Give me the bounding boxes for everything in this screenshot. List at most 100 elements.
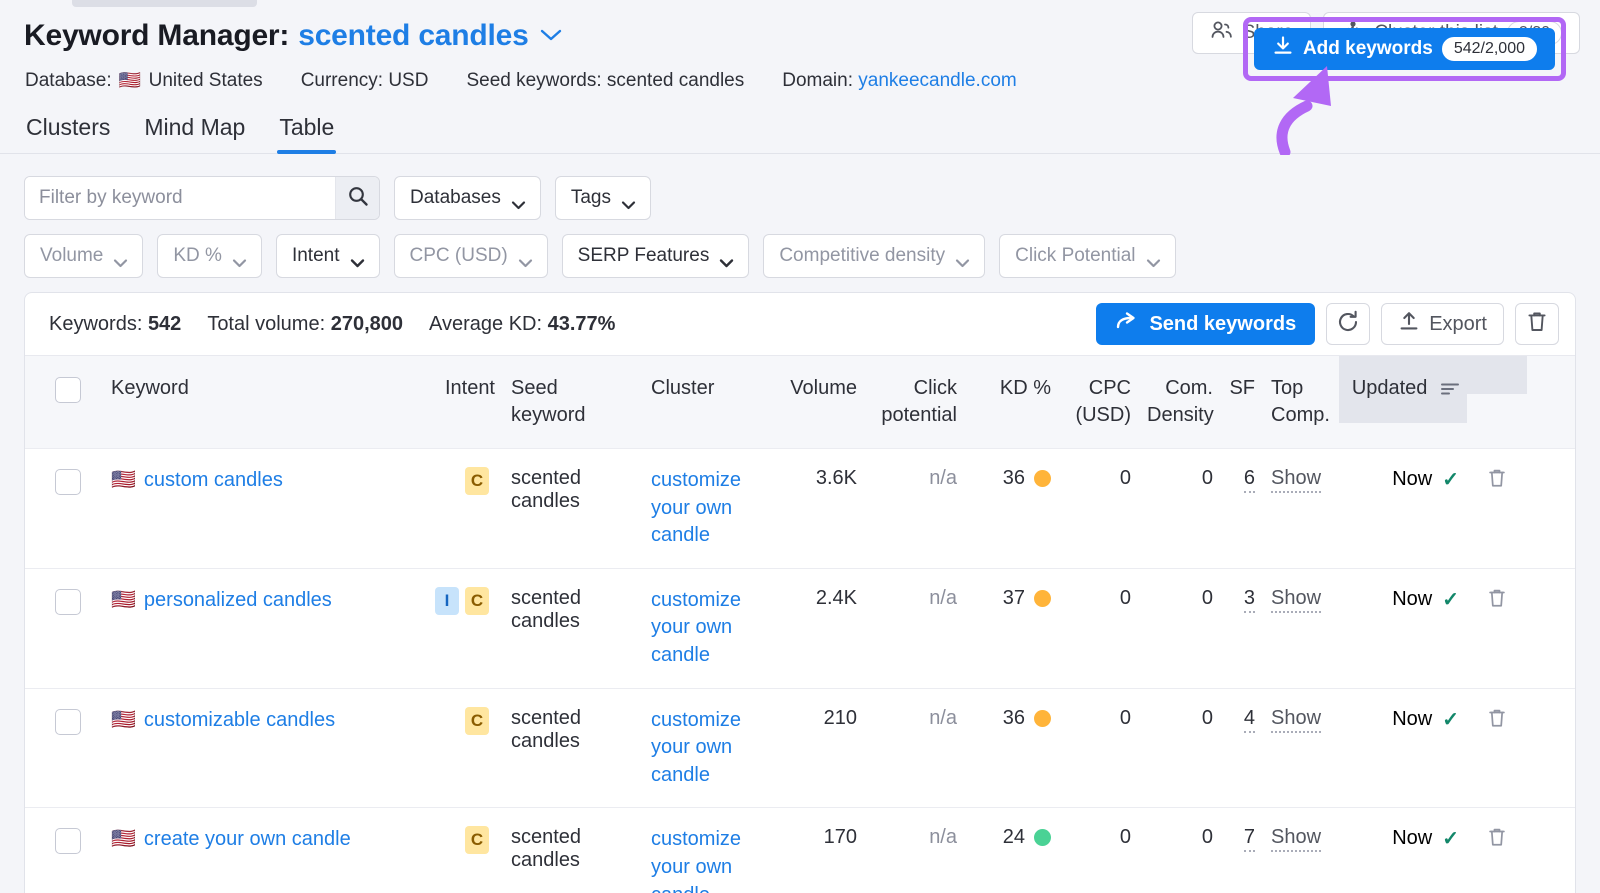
cluster-link[interactable]: customizeyour owncandle [651,589,741,666]
row-checkbox[interactable] [55,588,81,615]
sf-value[interactable]: 6 [1243,467,1255,493]
col-top-comp[interactable]: Top Comp. [1263,356,1339,448]
meta-seed-keywords: Seed keywords: scented candles [466,70,744,92]
sf-value[interactable]: 3 [1243,586,1255,613]
col-click-line1: Click [913,377,957,399]
intent-badge-commercial[interactable]: C [465,467,489,495]
col-cpc-line2: (USD) [1075,404,1131,426]
filter-serp-features[interactable]: SERP Features [561,234,750,278]
top-comp-show-link[interactable]: Show [1271,586,1322,613]
send-keywords-button[interactable]: Send keywords [1096,303,1316,345]
export-label: Export [1429,312,1487,335]
us-flag-icon: 🇺🇸 [111,469,136,491]
cluster-link[interactable]: customizeyour owncandle [651,469,741,546]
tab-clusters[interactable]: Clusters [24,114,112,153]
keyword-link[interactable]: customizable candles [144,709,335,731]
trash-icon [1487,469,1507,493]
col-cluster[interactable]: Cluster [643,356,771,421]
col-updated[interactable]: Updated [1339,356,1467,423]
stat-keywords: Keywords: 542 [49,313,181,336]
keyword-link[interactable]: custom candles [144,469,283,491]
select-all-cell [25,356,103,422]
row-delete-button[interactable] [1467,689,1527,752]
filter-competitive-density-label: Competitive density [779,245,946,266]
people-icon [1210,20,1234,46]
check-icon: ✓ [1442,828,1459,851]
search-input[interactable] [25,177,335,219]
row-checkbox[interactable] [55,469,81,495]
export-button[interactable]: Export [1381,303,1504,345]
filter-tags[interactable]: Tags [554,176,651,220]
col-kd[interactable]: KD % [965,356,1059,421]
sf-value[interactable]: 4 [1243,706,1255,733]
row-sf: 3 [1221,569,1263,628]
row-seed-keyword: scented candles [511,586,582,632]
intent-badge-commercial[interactable]: C [465,826,489,855]
filter-intent[interactable]: Intent [275,234,380,278]
row-com-density: 0 [1201,586,1213,609]
trash-icon [1526,310,1548,338]
row-delete-button[interactable] [1467,808,1527,871]
row-checkbox[interactable] [55,828,81,855]
filter-click-potential[interactable]: Click Potential [999,234,1176,278]
meta-domain-link[interactable]: yankeecandle.com [858,70,1016,91]
chevron-down-icon [719,252,734,267]
keyword-link[interactable]: create your own candle [144,828,351,850]
cluster-link[interactable]: customizeyour owncandle [651,709,741,786]
col-click-potential[interactable]: Click potential [865,356,965,448]
meta-currency-value: USD [388,70,429,91]
row-seed-keyword: scented candles [511,467,582,512]
row-click-potential: n/a [929,826,957,849]
row-delete-button[interactable] [1467,449,1527,512]
sf-value[interactable]: 7 [1243,826,1255,853]
tab-table[interactable]: Table [277,114,337,154]
intent-badge-commercial[interactable]: C [465,706,489,735]
col-com-density[interactable]: Com. Density [1139,356,1221,448]
sort-icon [1441,377,1459,404]
col-intent[interactable]: Intent [423,356,503,421]
row-select-cell [25,808,103,872]
row-delete-button[interactable] [1467,569,1527,632]
col-sf[interactable]: SF [1221,356,1263,421]
search-button[interactable] [335,177,379,219]
tab-mind-map[interactable]: Mind Map [142,114,247,153]
filter-volume[interactable]: Volume [24,234,144,278]
intent-badge-informational[interactable]: I [435,586,459,615]
top-comp-show-link[interactable]: Show [1271,826,1322,853]
keyword-list-name[interactable]: scented candles [298,19,529,52]
col-keyword[interactable]: Keyword [103,356,423,421]
row-volume: 2.4K [815,586,857,609]
filter-kd[interactable]: KD % [157,234,262,278]
us-flag-icon: 🇺🇸 [111,588,136,611]
chevron-down-icon [621,194,636,209]
filter-databases[interactable]: Databases [394,176,541,220]
chevron-down-icon [511,194,525,209]
col-seed-keyword[interactable]: Seed keyword [503,356,643,448]
row-select-cell [25,689,103,753]
chevron-down-icon[interactable] [540,26,562,48]
delete-selected-button[interactable] [1515,303,1559,345]
trash-icon [1487,709,1507,733]
col-cpc[interactable]: CPC (USD) [1059,356,1139,448]
col-volume[interactable]: Volume [771,356,865,421]
top-comp-show-link[interactable]: Show [1271,467,1322,493]
top-comp-show-link[interactable]: Show [1271,706,1322,733]
filter-competitive-density[interactable]: Competitive density [763,234,986,278]
add-keywords-button[interactable]: Add keywords 542/2,000 [1253,28,1555,70]
table-row: 🇺🇸 personalized candles IC scented candles… [25,567,1575,688]
row-click-potential: n/a [929,706,957,729]
stat-keywords-value: 542 [147,312,182,335]
intent-badge-commercial[interactable]: C [465,586,489,615]
cluster-link[interactable]: customizeyour owncandle [651,828,741,893]
kd-status-dot [1034,829,1051,847]
row-top-comp: Show [1263,449,1339,508]
refresh-button[interactable] [1326,303,1371,345]
row-checkbox[interactable] [55,708,81,735]
keyword-link[interactable]: personalized candles [144,589,332,611]
chevron-down-icon [1146,252,1160,267]
select-all-checkbox[interactable] [55,377,81,403]
row-kd: 36 [965,449,1059,508]
filter-cpc[interactable]: CPC (USD) [393,234,548,278]
table-header-row: Keyword Intent Seed keyword Cluster Volu… [25,355,1575,448]
check-icon: ✓ [1442,588,1459,611]
